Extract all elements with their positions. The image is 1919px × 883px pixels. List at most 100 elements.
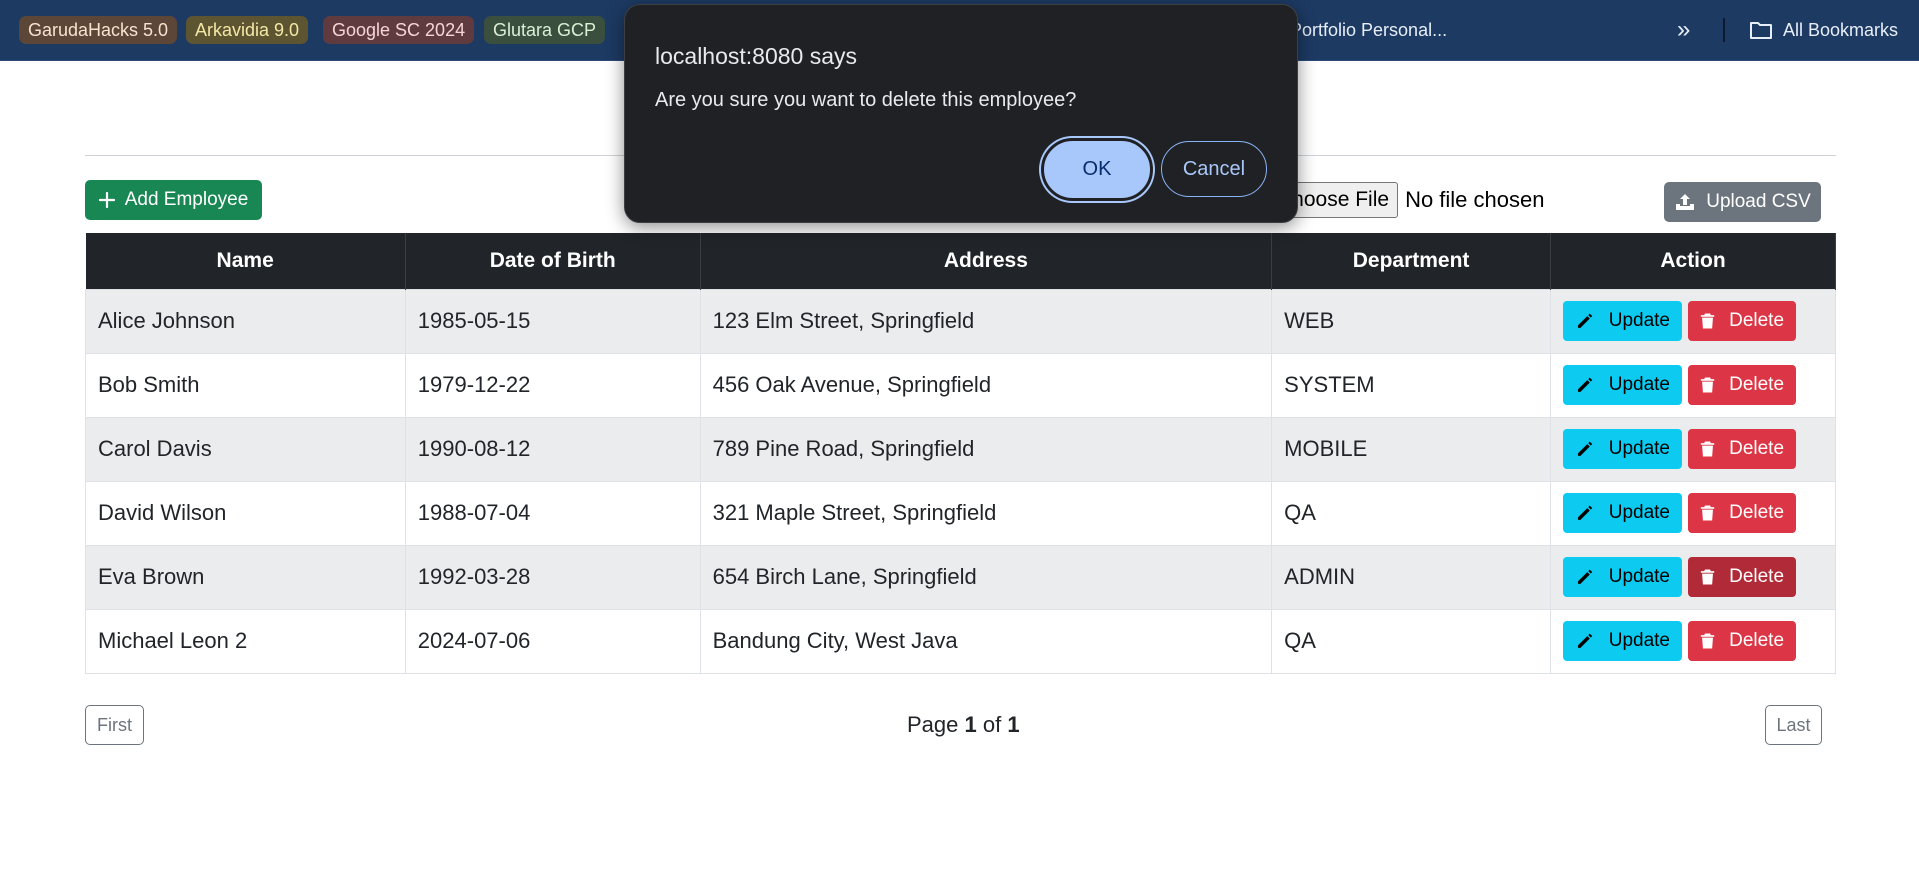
- cell-address: 456 Oak Avenue, Springfield: [699, 352, 1273, 418]
- table-row: Alice Johnson 1985-05-15 123 Elm Street, S…: [85, 288, 1836, 354]
- header-department: Department: [1271, 233, 1552, 289]
- bookmark-portfolio[interactable]: Portfolio Personal...: [1290, 16, 1447, 44]
- cell-name: David Wilson: [85, 480, 406, 546]
- update-button[interactable]: Update: [1563, 621, 1683, 661]
- update-label: Update: [1608, 566, 1671, 587]
- table-row: David Wilson 1988-07-04 321 Maple Street, …: [85, 480, 1836, 546]
- row-actions: Update Delete: [1563, 621, 1823, 661]
- cell-dob: 1979-12-22: [404, 352, 701, 418]
- pencil-icon: [1577, 569, 1593, 584]
- trash-icon: [1700, 441, 1715, 457]
- cell-name: Alice Johnson: [85, 288, 406, 354]
- cell-address: 123 Elm Street, Springfield: [699, 288, 1273, 354]
- employee-table: Name Date of Birth Address Department Ac…: [85, 233, 1836, 674]
- folder-icon: [1750, 22, 1772, 39]
- dialog-message: Are you sure you want to delete this emp…: [655, 89, 1077, 111]
- cell-action: Update Delete: [1550, 288, 1836, 354]
- cell-name: Carol Davis: [85, 416, 406, 482]
- upload-csv-label: Upload CSV: [1706, 191, 1811, 212]
- table-row: Eva Brown 1992-03-28 654 Birch Lane, Sprin…: [85, 544, 1836, 610]
- row-actions: Update Delete: [1563, 301, 1823, 341]
- update-button[interactable]: Update: [1563, 301, 1683, 341]
- cell-action: Update Delete: [1550, 544, 1836, 610]
- cell-action: Update Delete: [1550, 608, 1836, 674]
- row-actions: Update Delete: [1563, 493, 1823, 533]
- table-row: Michael Leon 2 2024-07-06 Bandung City, We…: [85, 608, 1836, 674]
- plus-icon: [98, 192, 115, 208]
- add-employee-label: Add Employee: [124, 189, 249, 210]
- header-address: Address: [700, 233, 1273, 289]
- update-button[interactable]: Update: [1563, 365, 1683, 405]
- update-button[interactable]: Update: [1563, 429, 1683, 469]
- cell-address: Bandung City, West Java: [699, 608, 1273, 674]
- update-label: Update: [1608, 374, 1671, 395]
- cell-address: 789 Pine Road, Springfield: [699, 416, 1273, 482]
- pencil-icon: [1577, 313, 1593, 328]
- all-bookmarks-button[interactable]: All Bookmarks: [1749, 16, 1898, 44]
- csv-file-input[interactable]: Choose File No file chosen: [1268, 182, 1544, 218]
- double-chevron-right-icon[interactable]: »: [1677, 16, 1690, 44]
- delete-label: Delete: [1729, 438, 1785, 459]
- cell-department: QA: [1271, 480, 1552, 546]
- cell-dob: 1988-07-04: [404, 480, 701, 546]
- delete-label: Delete: [1729, 374, 1785, 395]
- bookmark-glutara-gcp[interactable]: Glutara GCP: [484, 16, 606, 44]
- of-word: of: [982, 712, 1002, 737]
- delete-label: Delete: [1729, 502, 1785, 523]
- cell-department: QA: [1271, 608, 1552, 674]
- header-dob: Date of Birth: [405, 233, 701, 289]
- file-status: No file chosen: [1405, 187, 1545, 212]
- cell-department: SYSTEM: [1271, 352, 1552, 418]
- cell-department: MOBILE: [1271, 416, 1552, 482]
- cell-dob: 1990-08-12: [404, 416, 701, 482]
- cell-name: Michael Leon 2: [85, 608, 406, 674]
- cell-address: 654 Birch Lane, Springfield: [699, 544, 1273, 610]
- table-row: Carol Davis 1990-08-12 789 Pine Road, Spri…: [85, 416, 1836, 482]
- pencil-icon: [1577, 633, 1593, 648]
- table-header-row: Name Date of Birth Address Department Ac…: [85, 233, 1836, 289]
- upload-csv-button[interactable]: Upload CSV: [1664, 182, 1821, 222]
- cell-dob: 2024-07-06: [404, 608, 701, 674]
- delete-button[interactable]: Delete: [1688, 365, 1797, 405]
- trash-icon: [1700, 377, 1715, 393]
- pencil-icon: [1577, 377, 1593, 392]
- cell-action: Update Delete: [1550, 352, 1836, 418]
- confirm-dialog: localhost:8080 says Are you sure you wan…: [624, 4, 1298, 223]
- trash-icon: [1700, 633, 1715, 649]
- bookmark-google-sc[interactable]: Google SC 2024: [323, 16, 475, 44]
- current-page: 1: [964, 712, 977, 737]
- all-bookmarks-label: All Bookmarks: [1783, 20, 1899, 40]
- cell-action: Update Delete: [1550, 416, 1836, 482]
- update-button[interactable]: Update: [1563, 557, 1683, 597]
- update-label: Update: [1608, 502, 1671, 523]
- update-button[interactable]: Update: [1563, 493, 1683, 533]
- bookmark-arkavidia[interactable]: Arkavidia 9.0: [186, 16, 309, 44]
- cell-dob: 1992-03-28: [404, 544, 701, 610]
- page-word: Page: [907, 712, 959, 737]
- total-pages: 1: [1007, 712, 1020, 737]
- delete-label: Delete: [1729, 630, 1785, 651]
- first-page-button[interactable]: First: [85, 705, 144, 745]
- dialog-title: localhost:8080 says: [655, 43, 858, 69]
- delete-label: Delete: [1729, 310, 1785, 331]
- delete-button[interactable]: Delete: [1688, 557, 1797, 597]
- delete-label: Delete: [1729, 566, 1785, 587]
- cancel-button[interactable]: Cancel: [1161, 141, 1267, 197]
- delete-button[interactable]: Delete: [1688, 301, 1797, 341]
- cell-address: 321 Maple Street, Springfield: [699, 480, 1273, 546]
- upload-icon: [1676, 194, 1695, 210]
- delete-button[interactable]: Delete: [1688, 621, 1797, 661]
- row-actions: Update Delete: [1563, 429, 1823, 469]
- delete-button[interactable]: Delete: [1688, 429, 1797, 469]
- cell-department: ADMIN: [1271, 544, 1552, 610]
- add-employee-button[interactable]: Add Employee: [85, 180, 262, 220]
- delete-button[interactable]: Delete: [1688, 493, 1797, 533]
- last-page-button[interactable]: Last: [1765, 705, 1822, 745]
- bookmark-garudahacks[interactable]: GarudaHacks 5.0: [19, 16, 178, 44]
- header-action: Action: [1550, 233, 1836, 289]
- row-actions: Update Delete: [1563, 557, 1823, 597]
- row-actions: Update Delete: [1563, 365, 1823, 405]
- trash-icon: [1700, 569, 1715, 585]
- ok-button[interactable]: OK: [1041, 138, 1153, 201]
- update-label: Update: [1608, 438, 1671, 459]
